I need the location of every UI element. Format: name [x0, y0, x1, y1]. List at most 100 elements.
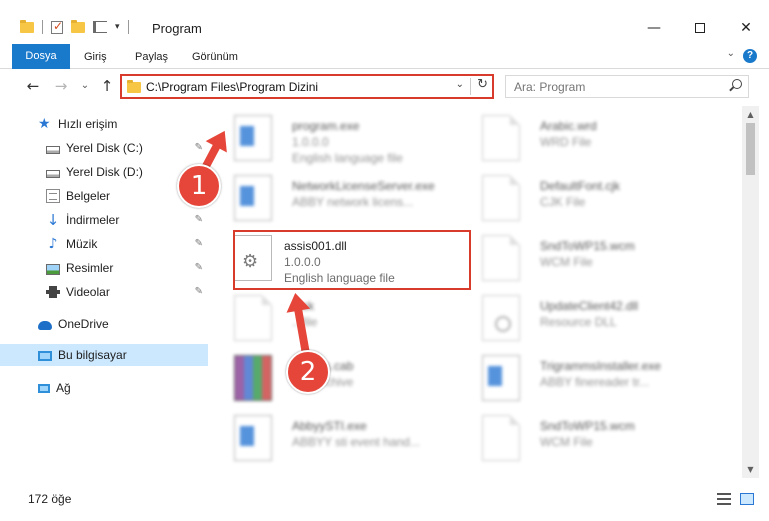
navigation-pane: ★ Hızlı erişim Yerel Disk (C:) ✎ Yerel D…	[0, 106, 208, 478]
videos-icon	[46, 286, 60, 298]
file-version: WRD File	[540, 135, 592, 149]
file-list: program.exe 1.0.0.0 English language fil…	[210, 106, 742, 478]
pin-icon[interactable]: ✎	[195, 142, 203, 153]
file-version: ABBY network licens...	[292, 195, 414, 209]
refresh-icon[interactable]: ↻	[477, 77, 488, 92]
pin-icon[interactable]: ✎	[195, 238, 203, 249]
sidebar-item-label: OneDrive	[58, 317, 109, 331]
music-icon: ♪	[48, 236, 58, 252]
sidebar-item-downloads[interactable]: ↓ İndirmeler ✎	[0, 209, 208, 231]
maximize-icon	[695, 23, 705, 33]
up-button[interactable]: ↑	[97, 76, 117, 96]
disk-icon	[46, 145, 60, 154]
app-window-icon	[482, 355, 520, 401]
file-version: WCM File	[540, 255, 593, 269]
scroll-down-icon[interactable]: ▼	[742, 461, 759, 478]
sidebar-item-label: Videolar	[66, 285, 110, 299]
file-version: CJK File	[540, 195, 586, 209]
app-window-icon	[234, 175, 272, 221]
file-tile[interactable]: UpdateClient42.dll Resource DLL	[458, 290, 698, 348]
pin-icon[interactable]: ✎	[195, 286, 203, 297]
tab-home[interactable]: Giriş	[84, 46, 107, 69]
file-tile[interactable]: NetworkLicenseServer.exe ABBY network li…	[210, 170, 450, 228]
tab-file[interactable]: Dosya	[12, 44, 70, 69]
file-tile[interactable]: SndToWP15.wcm WCM File	[458, 230, 698, 288]
back-button[interactable]: ←	[23, 76, 43, 96]
search-input[interactable]	[506, 76, 721, 97]
close-button[interactable]: ✕	[723, 11, 769, 45]
file-version: 1.0.0.0	[292, 135, 329, 149]
sidebar-item-label: Resimler	[66, 261, 114, 275]
pin-icon[interactable]: ✎	[195, 262, 203, 273]
file-tile[interactable]: program.exe 1.0.0.0 English language fil…	[210, 110, 450, 168]
navigation-bar: ← → ⌄ ↑ C:\Program Files\Program Dizini …	[0, 70, 769, 104]
pictures-icon	[46, 263, 60, 275]
sidebar-item-local-disk-c[interactable]: Yerel Disk (C:) ✎	[0, 137, 208, 159]
file-name: UpdateClient42.dll	[540, 299, 639, 313]
ribbon-tabs: Dosya Giriş Paylaş Görünüm ⌄ ?	[0, 44, 769, 69]
folder-icon	[20, 19, 34, 33]
file-version: ABBY finereader tr...	[540, 375, 650, 389]
details-view-icon[interactable]	[717, 493, 731, 505]
file-tile[interactable]: AbbyySTI.exe ABBYY sti event hand...	[210, 410, 450, 468]
file-tile[interactable]: ...cates.cab ...R Archive	[210, 350, 450, 408]
tab-view[interactable]: Görünüm	[192, 46, 238, 69]
help-icon[interactable]: ?	[743, 49, 757, 63]
file-name: DefaultFont.cjk	[540, 179, 621, 193]
file-version: WCM File	[540, 435, 593, 449]
quick-access-toolbar: ▾	[20, 19, 129, 34]
address-path[interactable]: C:\Program Files\Program Dizini	[146, 80, 318, 94]
expand-ribbon-icon[interactable]: ⌄	[727, 48, 735, 59]
sidebar-item-videos[interactable]: Videolar ✎	[0, 281, 208, 303]
sidebar-item-network[interactable]: Ağ	[0, 377, 208, 399]
file-name: SndToWP15.wcm	[540, 419, 635, 433]
window-controls: — ✕	[631, 11, 769, 45]
disk-icon	[46, 169, 60, 178]
forward-button[interactable]: →	[51, 76, 71, 96]
address-bar[interactable]: C:\Program Files\Program Dizini ⌄ ↻	[120, 74, 494, 99]
callout-badge-1: 1	[177, 164, 221, 208]
search-icon[interactable]	[732, 79, 742, 89]
view-properties-icon[interactable]	[93, 21, 107, 33]
document-icon	[482, 415, 520, 461]
customize-toolbar-chevron-icon[interactable]: ▾	[115, 22, 120, 32]
download-icon: ↓	[46, 211, 60, 229]
sidebar-item-pictures[interactable]: Resimler ✎	[0, 257, 208, 279]
file-tile[interactable]: ...ck ...file	[210, 290, 450, 348]
file-tile[interactable]: SndToWP15.wcm WCM File	[458, 410, 698, 468]
callout-badge-2: 2	[286, 350, 330, 394]
separator	[127, 20, 129, 34]
setup-icon	[234, 115, 272, 161]
address-dropdown-chevron-icon[interactable]: ⌄	[456, 79, 464, 90]
file-description: English language file	[292, 151, 403, 165]
winrar-icon	[234, 355, 272, 401]
tiles-view-icon[interactable]	[740, 493, 754, 505]
vertical-scrollbar[interactable]: ▲ ▼	[742, 106, 759, 478]
document-icon	[482, 175, 520, 221]
file-tile[interactable]: DefaultFont.cjk CJK File	[458, 170, 698, 228]
sidebar-item-this-pc[interactable]: Bu bilgisayar	[0, 344, 208, 366]
file-version: ABBYY sti event hand...	[292, 435, 420, 449]
item-count: 172 öğe	[28, 492, 72, 506]
tab-share[interactable]: Paylaş	[135, 46, 168, 69]
properties-check-icon[interactable]	[51, 19, 63, 34]
sidebar-item-music[interactable]: ♪ Müzik ✎	[0, 233, 208, 255]
file-tile[interactable]: Arabic.wrd WRD File	[458, 110, 698, 168]
sidebar-item-quick-access[interactable]: ★ Hızlı erişim	[0, 113, 208, 135]
sidebar-item-onedrive[interactable]: OneDrive	[0, 313, 208, 335]
file-name: TrigrammsInstaller.exe	[540, 359, 661, 373]
separator	[470, 78, 471, 95]
minimize-button[interactable]: —	[631, 11, 677, 45]
scroll-up-icon[interactable]: ▲	[742, 106, 759, 123]
scrollbar-thumb[interactable]	[746, 123, 755, 175]
recent-locations-button[interactable]: ⌄	[75, 76, 95, 96]
maximize-button[interactable]	[677, 11, 723, 45]
file-tile[interactable]: TrigrammsInstaller.exe ABBY finereader t…	[458, 350, 698, 408]
file-name: SndToWP15.wcm	[540, 239, 635, 253]
title-bar: ▾ Program — ✕	[0, 0, 769, 44]
file-name: program.exe	[292, 119, 360, 133]
file-name: AbbyySTI.exe	[292, 419, 367, 433]
search-box[interactable]	[505, 75, 749, 98]
pin-icon[interactable]: ✎	[195, 214, 203, 225]
new-folder-icon[interactable]	[71, 19, 85, 33]
